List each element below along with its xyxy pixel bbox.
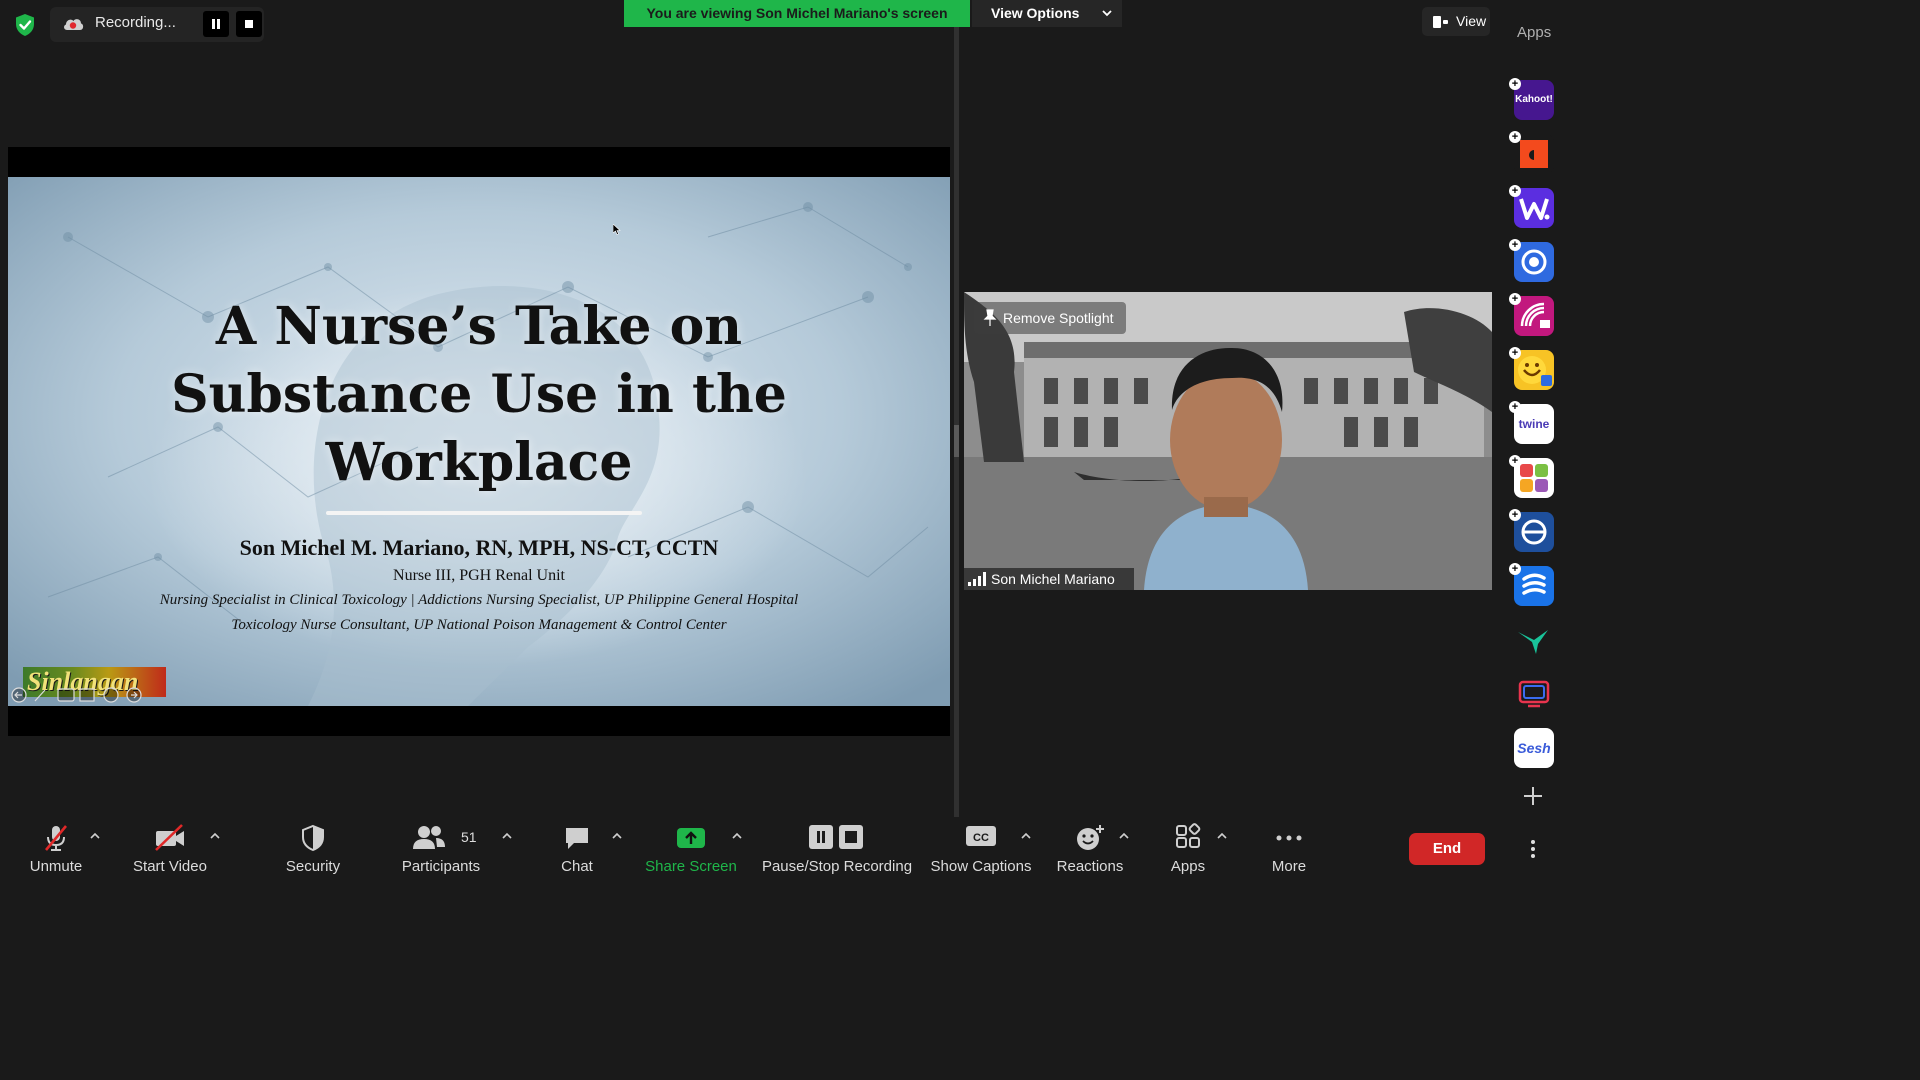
start-video-label: Start Video <box>133 858 207 875</box>
start-video-button[interactable]: Start Video <box>122 817 218 882</box>
video-options-caret-icon[interactable] <box>209 832 221 840</box>
unmute-label: Unmute <box>29 858 83 875</box>
share-screen-arrow-icon <box>677 828 705 848</box>
panel-divider[interactable] <box>954 27 959 817</box>
participants-label: Participants <box>401 858 481 875</box>
share-screen-label: Share Screen <box>645 858 737 875</box>
pause-stop-recording-label: Pause/Stop Recording <box>761 858 913 875</box>
chat-screen-app-icon[interactable] <box>1514 674 1554 714</box>
participant-video-tile[interactable]: Remove Spotlight Son Michel Mariano <box>964 292 1492 590</box>
slide-author: Son Michel M. Mariano, RN, MPH, NS-CT, C… <box>239 535 719 560</box>
security-shield-icon <box>302 824 324 852</box>
viewing-screen-banner: You are viewing Son Michel Mariano's scr… <box>624 0 970 27</box>
apps-button[interactable]: Apps <box>1158 817 1218 882</box>
more-dots-icon <box>1276 835 1302 841</box>
virtual-background-image <box>964 292 1492 590</box>
apps-panel-title: Apps <box>1517 24 1552 41</box>
view-options-dropdown[interactable]: View Options <box>972 0 1122 27</box>
remove-spotlight-label: Remove Spotlight <box>1003 310 1114 326</box>
participants-button[interactable]: 51 Participants <box>393 817 489 882</box>
view-layout-icon <box>1433 16 1448 28</box>
show-captions-label: Show Captions <box>930 858 1032 875</box>
participant-name-label: Son Michel Mariano <box>964 568 1134 590</box>
more-options-kebab-icon[interactable] <box>1526 838 1540 860</box>
add-apps-plus-icon[interactable] <box>1522 785 1544 807</box>
closed-captions-icon: CC <box>966 826 996 846</box>
slide-title-line: Workplace <box>325 432 633 493</box>
microphone-muted-icon <box>45 825 67 851</box>
pause-stop-recording-button[interactable]: Pause/Stop Recording <box>760 817 914 882</box>
add-app-icon[interactable]: + <box>1509 509 1521 521</box>
sesh-app-icon[interactable]: Sesh <box>1514 728 1554 768</box>
presentation-slide: A Nurse’s Take on Substance Use in the W… <box>8 177 950 706</box>
cloud-recording-icon <box>64 19 84 30</box>
divider-drag-handle[interactable] <box>954 425 959 457</box>
stop-icon <box>245 20 253 28</box>
audio-options-caret-icon[interactable] <box>89 832 101 840</box>
apps-label: Apps <box>1170 858 1206 875</box>
add-app-icon[interactable]: + <box>1509 78 1521 90</box>
security-label: Security <box>285 858 341 875</box>
view-label: View <box>1456 13 1487 29</box>
pause-recording-button[interactable] <box>203 11 229 37</box>
chat-options-caret-icon[interactable] <box>611 832 623 840</box>
reaction-emoji-icon <box>1077 825 1104 850</box>
chat-label: Chat <box>561 858 593 875</box>
add-app-icon[interactable]: + <box>1509 293 1521 305</box>
apps-grid-icon <box>1176 823 1201 848</box>
sesh-app-label: Sesh <box>1517 740 1551 756</box>
apps-options-caret-icon[interactable] <box>1216 832 1228 840</box>
add-app-icon[interactable]: + <box>1509 131 1521 143</box>
add-app-icon[interactable]: + <box>1509 563 1521 575</box>
show-captions-button[interactable]: CC Show Captions <box>928 817 1034 882</box>
remove-spotlight-button[interactable]: Remove Spotlight <box>974 302 1126 334</box>
mouse-cursor-icon <box>613 224 621 235</box>
hummingbird-app-icon[interactable] <box>1514 620 1554 660</box>
more-button[interactable]: More <box>1258 817 1320 882</box>
pause-stop-icon <box>809 825 863 849</box>
chat-button[interactable]: Chat <box>546 817 608 882</box>
participants-options-caret-icon[interactable] <box>501 832 513 840</box>
chat-bubble-icon <box>566 828 588 849</box>
participants-icon <box>413 826 446 849</box>
slide-title-line: Substance Use in the <box>171 364 787 425</box>
unmute-button[interactable]: Unmute <box>18 817 94 882</box>
slide-specialty: Nursing Specialist in Clinical Toxicolog… <box>159 592 799 608</box>
slide-title: A Nurse’s Take on Substance Use in the W… <box>8 293 950 497</box>
view-button[interactable]: View <box>1422 7 1490 36</box>
participants-count: 51 <box>461 829 477 845</box>
reactions-options-caret-icon[interactable] <box>1118 832 1130 840</box>
reactions-button[interactable]: Reactions <box>1052 817 1128 882</box>
share-screen-button[interactable]: Share Screen <box>640 817 742 882</box>
pause-icon <box>212 19 220 29</box>
captions-options-caret-icon[interactable] <box>1020 832 1032 840</box>
add-app-icon[interactable]: + <box>1509 347 1521 359</box>
add-app-icon[interactable]: + <box>1509 239 1521 251</box>
chevron-down-icon <box>1102 10 1112 17</box>
end-meeting-button[interactable]: End <box>1409 833 1485 865</box>
recording-label: Recording... <box>95 14 176 31</box>
stop-recording-button[interactable] <box>236 11 262 37</box>
reactions-label: Reactions <box>1056 858 1124 875</box>
encryption-shield-icon[interactable] <box>12 12 38 38</box>
pin-icon <box>983 309 997 326</box>
slide-role: Nurse III, PGH Renal Unit <box>393 567 565 584</box>
add-app-icon[interactable]: + <box>1509 401 1521 413</box>
slideshow-controls[interactable] <box>10 686 144 704</box>
slide-consultant: Toxicology Nurse Consultant, UP National… <box>231 617 727 633</box>
slide-divider-line <box>326 511 642 515</box>
signal-strength-icon <box>968 572 986 586</box>
more-label: More <box>1271 858 1307 875</box>
participant-name: Son Michel Mariano <box>991 571 1115 587</box>
add-app-icon[interactable]: + <box>1509 455 1521 467</box>
share-options-caret-icon[interactable] <box>731 832 743 840</box>
svg-text:CC: CC <box>973 832 989 844</box>
add-app-icon[interactable]: + <box>1509 185 1521 197</box>
slide-title-line: A Nurse’s Take on <box>215 296 743 357</box>
security-button[interactable]: Security <box>275 817 351 882</box>
view-options-label: View Options <box>991 5 1080 21</box>
video-camera-off-icon <box>155 824 184 851</box>
